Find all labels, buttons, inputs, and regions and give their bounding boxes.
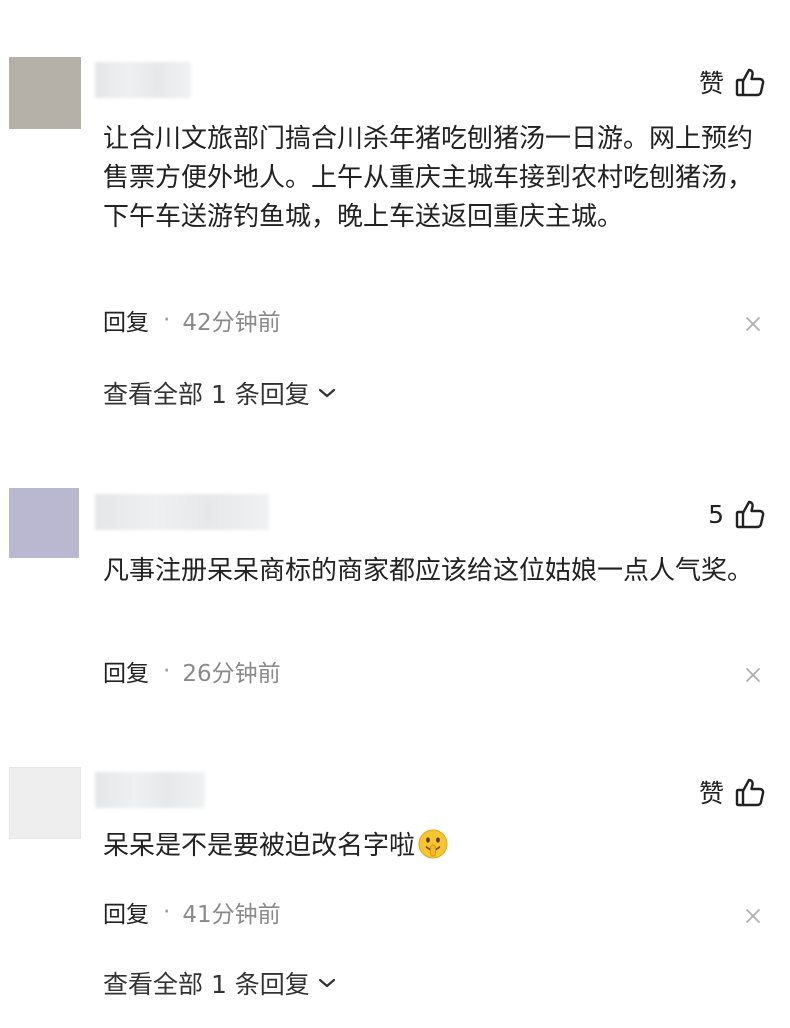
like-button[interactable]: 赞: [699, 774, 766, 810]
username-blurred[interactable]: [95, 772, 205, 808]
chevron-down-icon: [318, 388, 335, 398]
username-blurred[interactable]: [95, 62, 191, 98]
emoji-shush-icon: [418, 829, 448, 859]
thumbs-up-icon: [735, 500, 765, 529]
meta-separator: ·: [163, 899, 171, 925]
dismiss-button[interactable]: [746, 909, 760, 923]
view-all-replies-label: 查看全部 1 条回复: [103, 380, 310, 409]
like-button[interactable]: 赞: [699, 64, 766, 100]
comment-meta: 回复 · 42分钟前: [103, 303, 281, 337]
username-blurred[interactable]: [95, 494, 269, 530]
close-icon: [746, 317, 760, 331]
reply-button[interactable]: 回复: [103, 654, 149, 688]
like-label: 赞: [698, 779, 724, 808]
like-label: 赞: [698, 69, 724, 98]
avatar[interactable]: [9, 767, 81, 839]
comment-meta: 回复 · 26分钟前: [103, 654, 281, 688]
avatar[interactable]: [9, 488, 79, 558]
view-all-replies-button[interactable]: 查看全部 1 条回复: [103, 965, 336, 1001]
comment-meta: 回复 · 41分钟前: [103, 895, 281, 929]
close-icon: [746, 909, 760, 923]
view-all-replies-button[interactable]: 查看全部 1 条回复: [103, 375, 336, 411]
reply-button[interactable]: 回复: [103, 895, 149, 929]
comment-timestamp: 41分钟前: [182, 902, 281, 928]
thumbs-up-icon: [735, 68, 765, 97]
comment-timestamp: 26分钟前: [182, 661, 281, 687]
view-all-replies-label: 查看全部 1 条回复: [103, 970, 310, 999]
comment-text: 呆呆是不是要被迫改名字啦: [103, 831, 416, 861]
dismiss-button[interactable]: [746, 668, 760, 682]
meta-separator: ·: [163, 307, 171, 333]
comment-text: 让合川文旅部门搞合川杀年猪吃刨猪汤一日游。网上预约售票方便外地人。上午从重庆主城…: [103, 124, 754, 232]
like-button[interactable]: 5: [708, 496, 766, 532]
meta-separator: ·: [163, 658, 171, 684]
comment-timestamp: 42分钟前: [182, 310, 281, 336]
chevron-down-icon: [318, 978, 335, 988]
like-count: 5: [708, 499, 724, 529]
dismiss-button[interactable]: [746, 317, 760, 331]
close-icon: [746, 668, 760, 682]
thumbs-up-icon: [735, 778, 765, 807]
comment-text: 凡事注册呆呆商标的商家都应该给这位姑娘一点人气奖。: [103, 556, 754, 586]
reply-button[interactable]: 回复: [103, 303, 149, 337]
comment-text-row: 呆呆是不是要被迫改名字啦: [103, 827, 763, 866]
avatar[interactable]: [9, 57, 81, 129]
